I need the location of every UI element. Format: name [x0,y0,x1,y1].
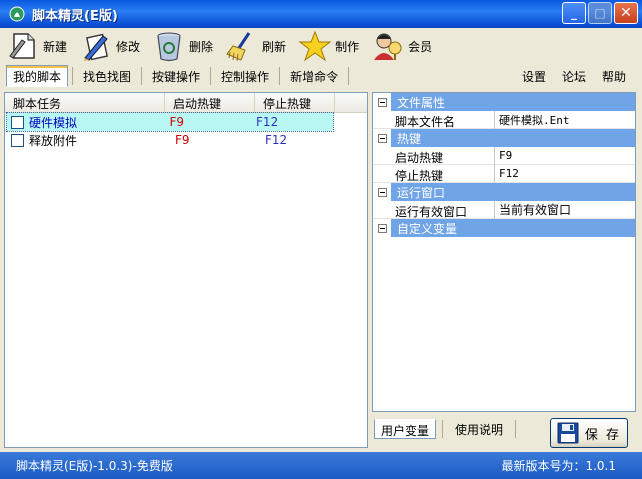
tab-my-scripts[interactable]: 我的脚本 [6,65,69,87]
broom-icon [226,32,251,62]
col-header-start[interactable]: 启动热键 [165,93,255,112]
list-header: 脚本任务 启动热键 停止热键 [5,93,367,113]
collapse-icon[interactable] [373,183,391,201]
start-hotkey: F9 [175,133,190,147]
group-title: 运行窗口 [397,185,446,200]
new-button[interactable]: 新建 [6,29,67,63]
row-checkbox[interactable] [11,115,24,129]
new-label: 新建 [43,39,68,54]
toolbar: 新建 修改 删除 刷新 制作 会员 [0,28,642,64]
prop-row-stop-hotkey[interactable]: 停止热键 F12 [373,164,635,183]
make-label: 制作 [335,39,360,54]
group-title: 自定义变量 [397,221,458,236]
start-hotkey: F9 [169,115,184,129]
tab-user-vars[interactable]: 用户变量 [374,419,437,439]
recycle-bin-icon [157,32,181,62]
prop-value: 当前有效窗口 [499,203,572,217]
close-button[interactable]: ✕ [614,2,638,24]
stop-hotkey: F12 [256,115,279,129]
save-button[interactable]: 保 存 [550,418,628,448]
app-icon [8,5,26,23]
edit-pen-icon [84,33,108,61]
minimize-button[interactable]: _ [562,2,586,24]
tab-key-ops[interactable]: 按键操作 [146,65,206,87]
edit-button[interactable]: 修改 [79,29,140,63]
script-name: 释放附件 [29,133,78,148]
nav-bar: 我的脚本 找色找图 按键操作 控制操作 新增命令 设置 论坛 帮助 [0,64,642,88]
prop-row-start-hotkey[interactable]: 启动热键 F9 [373,146,635,165]
refresh-button[interactable]: 刷新 [225,29,286,63]
script-list[interactable]: 脚本任务 启动热键 停止热键 硬件模拟 F9 F12 释放附件 F9 F12 [4,92,368,448]
tab-separator [442,420,444,438]
tab-separator [515,420,517,438]
group-run-window[interactable]: 运行窗口 [373,183,635,201]
row-checkbox[interactable] [11,133,24,147]
new-document-icon [9,33,35,59]
tab-control-ops[interactable]: 控制操作 [215,65,275,87]
collapse-icon[interactable] [373,219,391,237]
prop-key: 停止热键 [391,164,495,183]
property-grid: 文件属性 脚本文件名 硬件模拟.Ent 热键 启动热键 F9 停止热键 F12 … [372,92,636,412]
prop-key: 运行有效窗口 [391,200,495,219]
group-title: 热键 [397,131,422,146]
script-row-hardware[interactable]: 硬件模拟 F9 F12 [6,112,334,132]
star-icon [298,30,332,62]
window-title: 脚本精灵(E版) [32,8,118,24]
save-label: 保 存 [584,427,622,443]
status-version: 脚本精灵(E版)-1.0.3)-免费版 [16,459,173,473]
script-name: 硬件模拟 [29,115,78,130]
title-bar[interactable]: 脚本精灵(E版) _ □ ✕ [0,0,642,28]
prop-value: F9 [499,149,513,162]
prop-value: 硬件模拟.Ent [499,113,570,127]
help-link[interactable]: 帮助 [602,68,626,85]
group-custom-vars[interactable]: 自定义变量 [373,219,635,237]
floppy-disk-icon [557,422,579,444]
members-button[interactable]: 会员 [371,29,432,63]
script-row-release[interactable]: 释放附件 F9 F12 [5,131,367,149]
members-icon [374,33,402,60]
members-label: 会员 [408,39,433,54]
prop-row-valid-window[interactable]: 运行有效窗口 当前有效窗口 [373,200,635,219]
collapse-icon[interactable] [373,93,391,111]
group-file-props[interactable]: 文件属性 [373,93,635,111]
group-hotkeys[interactable]: 热键 [373,129,635,147]
tab-usage-notes[interactable]: 使用说明 [449,419,509,439]
settings-link[interactable]: 设置 [522,68,546,85]
delete-button[interactable]: 删除 [152,29,213,63]
make-button[interactable]: 制作 [298,29,359,63]
tab-separator [348,67,350,85]
status-latest-version: 最新版本号为：1.0.1 [501,459,616,473]
group-title: 文件属性 [397,95,446,110]
window-controls: _ □ ✕ [562,2,638,24]
col-header-stop[interactable]: 停止热键 [255,93,335,112]
prop-key: 启动热键 [391,146,495,165]
edit-label: 修改 [116,39,141,54]
col-header-task[interactable]: 脚本任务 [5,93,165,112]
stop-hotkey: F12 [265,133,288,147]
nav-links: 设置 论坛 帮助 [522,64,626,88]
tab-separator [72,67,74,85]
maximize-button[interactable]: □ [588,2,612,24]
prop-row-filename[interactable]: 脚本文件名 硬件模拟.Ent [373,110,635,129]
tab-separator [141,67,143,85]
bottom-tabs: 用户变量 使用说明 [374,418,522,440]
app-window: 脚本精灵(E版) _ □ ✕ 新建 修改 删除 刷新 制作 会员 我的脚本 找色… [0,0,642,479]
prop-value: F12 [499,167,519,180]
status-bar: 脚本精灵(E版)-1.0.3)-免费版 最新版本号为：1.0.1 [0,452,642,479]
tab-new-command[interactable]: 新增命令 [284,65,344,87]
tab-separator [279,67,281,85]
collapse-icon[interactable] [373,129,391,147]
prop-key: 脚本文件名 [391,110,495,129]
refresh-label: 刷新 [262,39,287,54]
forum-link[interactable]: 论坛 [562,68,586,85]
tab-find-color[interactable]: 找色找图 [77,65,137,87]
delete-label: 删除 [189,39,214,54]
tab-separator [210,67,212,85]
